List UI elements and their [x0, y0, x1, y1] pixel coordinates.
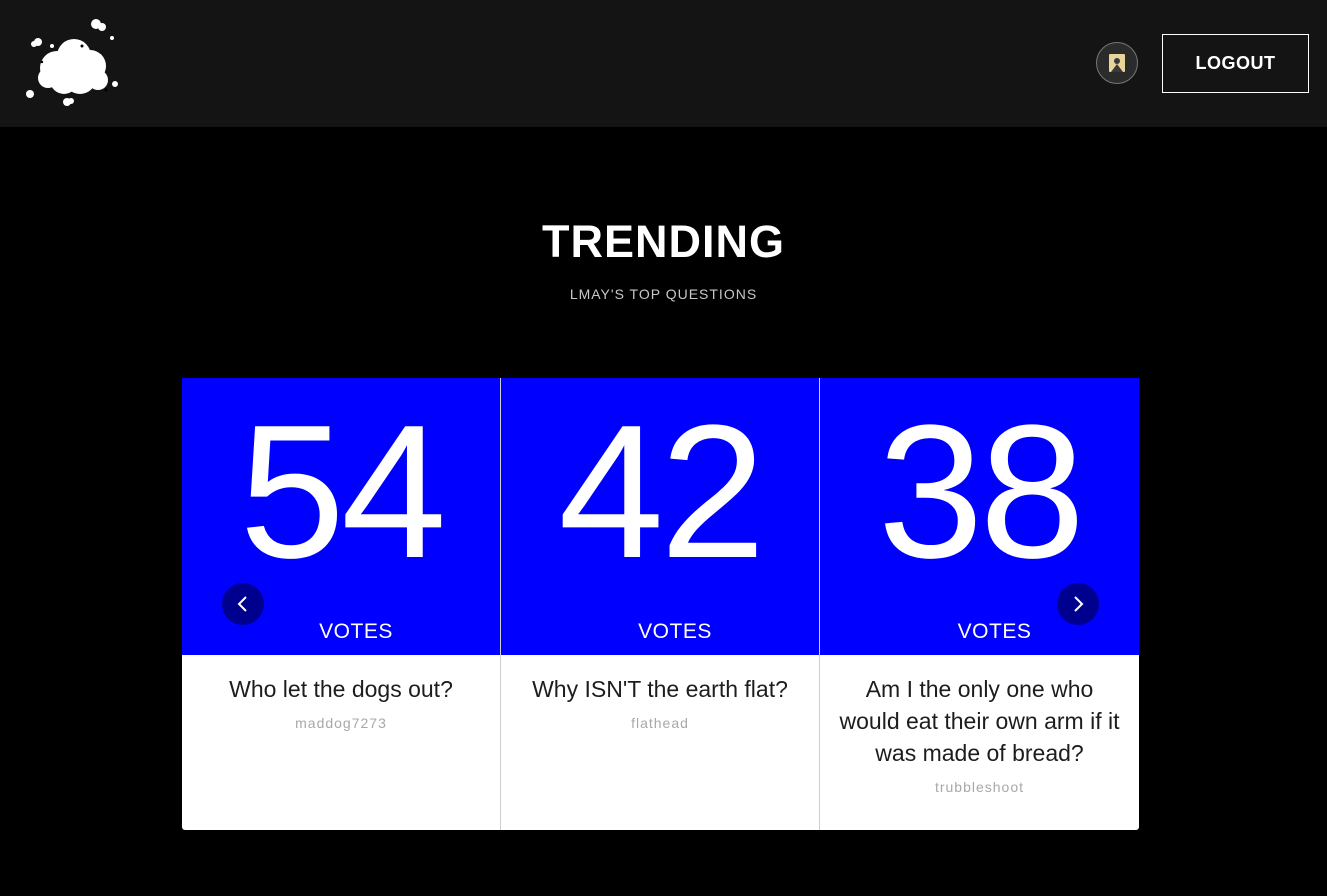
carousel-prev-button[interactable] [222, 583, 264, 625]
votes-label: VOTES [957, 620, 1032, 643]
user-avatar[interactable] [1096, 42, 1138, 84]
question-author[interactable]: trubbleshoot [834, 779, 1125, 795]
question-author[interactable]: maddog7273 [196, 715, 486, 731]
question-author[interactable]: flathead [515, 715, 805, 731]
card-body: Who let the dogs out? maddog7273 [182, 655, 500, 830]
top-bar: LOGOUT [0, 0, 1327, 127]
question-text[interactable]: Who let the dogs out? [196, 673, 486, 705]
cloud-logo-icon[interactable] [22, 18, 122, 110]
user-avatar-icon [1109, 54, 1125, 72]
votes-label: VOTES [319, 620, 393, 643]
logout-button[interactable]: LOGOUT [1162, 34, 1309, 93]
trending-carousel: 54 VOTES Who let the dogs out? maddog727… [182, 378, 1139, 830]
question-text[interactable]: Am I the only one who would eat their ow… [834, 673, 1125, 769]
question-text[interactable]: Why ISN'T the earth flat? [515, 673, 805, 705]
card-body: Why ISN'T the earth flat? flathead [501, 655, 819, 830]
chevron-right-icon [1074, 596, 1084, 612]
carousel-next-button[interactable] [1057, 583, 1099, 625]
vote-count: 42 [558, 386, 765, 598]
question-card[interactable]: 42 VOTES Why ISN'T the earth flat? flath… [501, 378, 820, 830]
page-subtitle: LMAY'S TOP QUESTIONS [569, 286, 758, 302]
card-body: Am I the only one who would eat their ow… [820, 655, 1139, 830]
vote-count: 54 [239, 386, 446, 598]
vote-count: 38 [877, 386, 1085, 598]
page-title: TRENDING [542, 216, 785, 267]
chevron-left-icon [237, 596, 247, 612]
votes-label: VOTES [638, 620, 712, 643]
vote-panel: 42 VOTES [501, 378, 819, 655]
